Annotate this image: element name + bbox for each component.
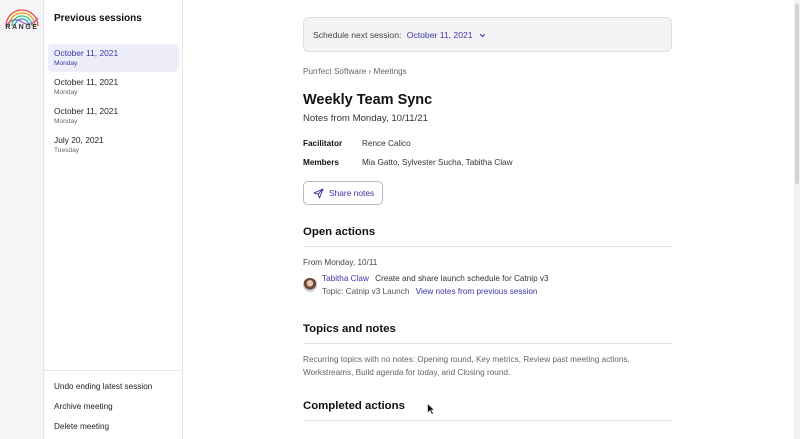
members-label: Members xyxy=(303,158,339,167)
session-item[interactable]: October 11, 2021 Monday xyxy=(48,73,179,101)
topics-heading: Topics and notes xyxy=(303,323,396,335)
schedule-date-dropdown[interactable]: October 11, 2021 xyxy=(407,30,487,40)
facilitator-label: Facilitator xyxy=(303,139,343,148)
sidebar-divider xyxy=(44,370,183,371)
session-weekday: Monday xyxy=(54,60,78,67)
divider xyxy=(303,246,672,247)
session-date: October 11, 2021 xyxy=(54,77,119,87)
action-topic: Topic: Catnip v3 Launch xyxy=(322,287,410,296)
view-previous-notes-link[interactable]: View notes from previous session xyxy=(416,287,538,296)
archive-meeting-button[interactable]: Archive meeting xyxy=(54,401,152,421)
avatar xyxy=(303,278,317,292)
action-assignee[interactable]: Tabitha Claw xyxy=(322,274,369,283)
mouse-cursor-icon xyxy=(427,403,435,415)
meeting-notes: Schedule next session: October 11, 2021 … xyxy=(184,0,794,439)
breadcrumb-org[interactable]: Purrfect Software xyxy=(303,67,366,76)
session-weekday: Monday xyxy=(54,89,78,96)
members-value: Mia Gatto, Sylvester Sucha, Tabitha Claw xyxy=(362,158,513,167)
open-actions-heading: Open actions xyxy=(303,226,376,238)
open-actions-from: From Monday, 10/11 xyxy=(303,258,378,267)
completed-actions-heading: Completed actions xyxy=(303,400,405,412)
divider xyxy=(303,343,672,344)
breadcrumb-section[interactable]: Meetings xyxy=(374,67,407,76)
sidebar-title: Previous sessions xyxy=(54,13,142,24)
breadcrumb: Purrfect Software › Meetings xyxy=(303,67,407,76)
session-weekday: Monday xyxy=(54,118,78,125)
recurring-topics-note: Recurring topics with no notes: Opening … xyxy=(303,355,630,377)
brand-wordmark: RANGE xyxy=(5,24,39,31)
schedule-next-session: Schedule next session: October 11, 2021 xyxy=(303,17,672,52)
breadcrumb-separator: › xyxy=(368,67,372,76)
facilitator-value: Rence Calico xyxy=(362,139,411,148)
divider xyxy=(303,420,672,421)
meeting-actions: Undo ending latest session Archive meeti… xyxy=(54,381,152,439)
session-date: October 11, 2021 xyxy=(54,106,119,116)
session-date: July 20, 2021 xyxy=(54,135,104,145)
page-subtitle: Notes from Monday, 10/11/21 xyxy=(303,113,428,124)
undo-end-session-button[interactable]: Undo ending latest session xyxy=(54,381,152,401)
app-window: RANGE Previous sessions October 11, 2021… xyxy=(0,0,800,439)
session-date: October 11, 2021 xyxy=(54,48,119,58)
session-item[interactable]: October 11, 2021 Monday xyxy=(48,102,179,130)
chevron-down-icon xyxy=(479,34,486,38)
scrollbar-thumb[interactable] xyxy=(795,4,799,184)
session-item[interactable]: July 20, 2021 Tuesday xyxy=(48,131,179,159)
share-notes-button[interactable]: Share notes xyxy=(303,181,383,205)
share-notes-label: Share notes xyxy=(329,188,375,198)
session-item[interactable]: October 11, 2021 Monday xyxy=(48,44,179,72)
schedule-label: Schedule next session: xyxy=(313,30,402,40)
logo-rail: RANGE xyxy=(0,0,44,439)
session-weekday: Tuesday xyxy=(54,147,80,154)
action-text: Create and share launch schedule for Cat… xyxy=(375,274,549,283)
schedule-date: October 11, 2021 xyxy=(406,30,473,40)
scrollbar[interactable] xyxy=(794,0,800,439)
sessions-sidebar: Previous sessions October 11, 2021 Monda… xyxy=(44,0,183,439)
page-title: Weekly Team Sync xyxy=(303,92,433,108)
delete-meeting-button[interactable]: Delete meeting xyxy=(54,421,152,439)
action-item: Tabitha Claw Create and share launch sch… xyxy=(322,274,549,283)
send-icon xyxy=(313,188,324,199)
action-meta: Topic: Catnip v3 Launch View notes from … xyxy=(322,287,537,296)
session-list: October 11, 2021 Monday October 11, 2021… xyxy=(48,44,179,160)
